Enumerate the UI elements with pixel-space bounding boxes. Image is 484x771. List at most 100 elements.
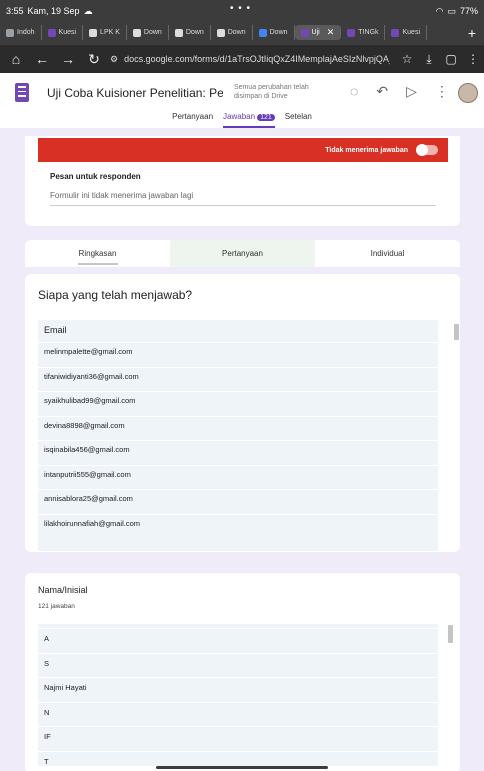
email-row: isqinabila456@gmail.com	[44, 445, 130, 454]
name-answer-row: A	[44, 634, 50, 643]
status-bar: 3:55 Kam, 19 Sep ☁ • • • ◠ ▭ 77%	[0, 0, 484, 22]
download-icon[interactable]: ⤓	[418, 52, 440, 67]
name-answer-row: N	[44, 707, 50, 717]
url-field[interactable]: ⚙ docs.google.com/forms/d/1aTrsOJtIiqQxZ…	[110, 49, 390, 69]
browser-tab-label: Down	[269, 29, 288, 36]
forms-header: Uji Coba Kuisioner Penelitian: Pengaruh …	[0, 73, 484, 128]
respondent-message-field[interactable]: Formulir ini tidak menerima jawaban lagi	[50, 191, 436, 206]
browser-tab[interactable]: TINGk	[341, 25, 386, 40]
tab-settings[interactable]: Setelan	[285, 112, 312, 128]
undo-icon[interactable]: ↶	[376, 83, 388, 100]
browser-tab-label: Uji	[311, 29, 320, 36]
tab-favicon-icon	[258, 28, 267, 37]
tab-individual[interactable]: Individual	[315, 240, 460, 267]
browser-tab-label: TINGk	[358, 29, 379, 36]
back-icon[interactable]: ←	[32, 51, 52, 67]
battery-icon: ▭	[447, 5, 456, 16]
tab-favicon-icon	[300, 28, 309, 37]
saved-status: Semua perubahan telah disimpan di Drive	[234, 84, 309, 100]
browser-tab-label: LPK K	[100, 29, 120, 36]
browser-tab[interactable]: Down	[169, 25, 211, 40]
browser-tab[interactable]: Indoh	[0, 25, 42, 40]
row-divider	[38, 366, 438, 368]
email-row: devina8898@gmail.com	[44, 420, 125, 430]
tab-responses-label: Jawaban	[223, 112, 256, 121]
palette-icon[interactable]: ◌	[350, 83, 358, 100]
browser-tab[interactable]: Kuesi	[42, 25, 84, 40]
name-list-scrollbar[interactable]	[448, 625, 453, 643]
row-divider	[38, 750, 438, 752]
row-divider	[38, 652, 438, 654]
browser-tab[interactable]: Down	[127, 25, 169, 40]
close-tab-icon[interactable]: ✕	[327, 27, 335, 38]
who-answered-title: Siapa yang telah menjawab?	[38, 288, 193, 302]
tab-responses[interactable]: Jawaban 121	[223, 112, 275, 128]
browser-tab-label: Kuesi	[58, 29, 77, 36]
email-row: melinmpalette@gmail.com	[44, 347, 133, 356]
browser-tab[interactable]: Kuesi	[385, 25, 427, 40]
avatar[interactable]	[458, 83, 478, 103]
browser-tab-label: Down	[185, 29, 204, 36]
tab-summary-label: Ringkasan	[78, 249, 117, 258]
email-row: syaikhulibad99@gmail.com	[44, 396, 136, 405]
cloud-icon: ☁	[83, 5, 93, 16]
browser-tab-label: Down	[227, 29, 246, 36]
new-tab-icon[interactable]: +	[468, 25, 484, 41]
row-divider	[38, 726, 438, 727]
tab-question-label: Pertanyaan	[222, 249, 263, 258]
url-text: docs.google.com/forms/d/1aTrsOJtIiqQxZ4I…	[124, 54, 390, 64]
send-icon[interactable]: ▷	[406, 83, 417, 100]
browser-tab[interactable]: LPK K	[83, 25, 127, 40]
row-divider	[38, 440, 438, 441]
more-icon[interactable]: ⋮	[435, 83, 449, 100]
response-view-tabs: Ringkasan Pertanyaan Individual	[25, 240, 460, 267]
email-row: annisablora25@gmail.com	[44, 494, 133, 503]
browser-tab-strip: Indoh Kuesi LPK K Down Down Down Down Uji ✕ TINGk…	[0, 22, 484, 43]
row-divider	[38, 415, 438, 417]
forward-icon[interactable]: →	[58, 51, 78, 67]
status-date: Kam, 19 Sep	[27, 6, 80, 16]
forms-logo-icon[interactable]	[15, 83, 29, 102]
menu-icon[interactable]: ⋮	[462, 52, 484, 66]
home-indicator[interactable]	[156, 766, 328, 769]
browser-tab-label: Kuesi	[402, 29, 420, 36]
tab-favicon-icon	[216, 28, 225, 37]
row-divider	[38, 342, 438, 343]
name-question-count: 121 jawaban	[38, 603, 75, 610]
accepting-responses-toggle[interactable]	[416, 144, 438, 156]
browser-tab[interactable]: Uji ✕	[294, 25, 342, 40]
tab-favicon-icon	[347, 28, 356, 37]
email-row: tifaniwidiyanti36@gmail.com	[44, 371, 139, 381]
tab-summary-indicator	[77, 263, 118, 265]
tab-count-icon[interactable]: ▢	[440, 52, 462, 66]
tab-favicon-icon	[174, 28, 183, 37]
row-divider	[38, 677, 438, 678]
tab-questions[interactable]: Pertanyaan	[172, 112, 213, 128]
tab-question[interactable]: Pertanyaan	[170, 240, 315, 267]
form-title[interactable]: Uji Coba Kuisioner Penelitian: Pengaruh …	[47, 86, 223, 100]
name-answer-row: Najmi Hayati	[44, 683, 87, 692]
status-dots: • • •	[230, 3, 252, 14]
name-question-title: Nama/Inisial	[38, 585, 88, 595]
tab-favicon-icon	[391, 28, 400, 37]
browser-tab[interactable]: Down	[211, 25, 253, 40]
email-row: lilakhoirunnafiah@gmail.com	[44, 518, 140, 528]
email-row: intanputrii555@gmail.com	[44, 469, 131, 479]
site-info-icon[interactable]: ⚙	[110, 54, 118, 65]
email-column-header: Email	[44, 325, 67, 335]
respondent-message-label: Pesan untuk responden	[50, 172, 141, 181]
home-icon[interactable]: ⌂	[6, 51, 26, 67]
status-time: 3:55	[6, 6, 24, 16]
browser-tab[interactable]: Down	[253, 25, 295, 40]
bookmark-star-icon[interactable]: ☆	[396, 52, 418, 66]
tab-favicon-icon	[6, 28, 14, 37]
accepting-responses-bar: Tidak menerima jawaban	[38, 138, 448, 162]
reload-icon[interactable]: ↻	[84, 51, 104, 68]
tab-favicon-icon	[89, 28, 98, 37]
tab-favicon-icon	[132, 28, 141, 37]
name-answer-row: S	[44, 658, 50, 668]
tab-summary[interactable]: Ringkasan	[25, 240, 170, 267]
name-answer-list[interactable]	[38, 624, 438, 766]
row-divider	[38, 489, 438, 490]
email-list-scrollbar[interactable]	[454, 324, 459, 340]
